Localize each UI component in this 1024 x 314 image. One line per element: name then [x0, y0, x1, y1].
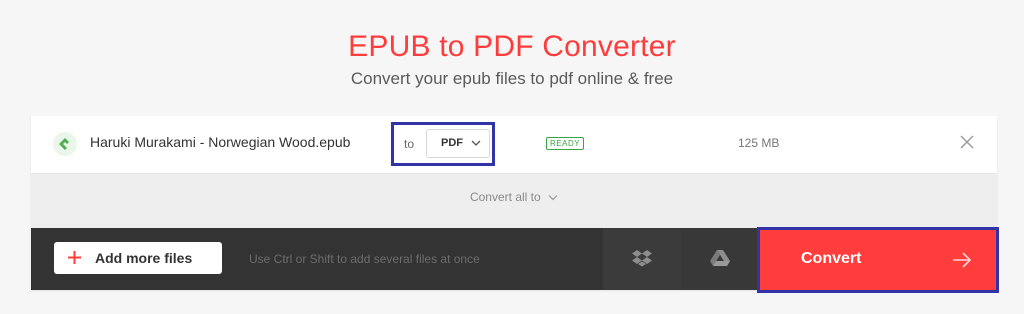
convert-all-label: Convert all to — [469, 190, 541, 204]
plus-icon — [68, 251, 81, 264]
file-row: Haruki Murakami - Norwegian Wood.epub to… — [31, 116, 997, 174]
close-icon — [960, 135, 974, 149]
format-value: PDF — [441, 137, 463, 149]
page-title: EPUB to PDF Converter — [348, 30, 676, 63]
convert-all-dropdown[interactable]: Convert all to — [31, 190, 997, 204]
dropbox-button[interactable] — [603, 228, 681, 290]
google-drive-icon — [710, 250, 730, 266]
format-dropdown[interactable]: PDF — [426, 129, 490, 158]
remove-file-button[interactable] — [960, 135, 974, 154]
page-subtitle: Convert your epub files to pdf online & … — [350, 69, 674, 88]
multi-select-hint: Use Ctrl or Shift to add several files a… — [249, 252, 480, 266]
converter-panel: Haruki Murakami - Norwegian Wood.epub to… — [31, 116, 999, 293]
chevron-down-icon — [548, 195, 558, 201]
google-drive-button[interactable] — [681, 228, 759, 290]
format-selector-group: to PDF — [391, 122, 495, 166]
status-badge: READY — [546, 137, 585, 150]
file-name: Haruki Murakami - Norwegian Wood.epub — [90, 134, 351, 150]
file-size: 125 MB — [738, 136, 780, 150]
convert-button[interactable]: Convert — [757, 227, 999, 293]
dropbox-icon — [632, 250, 652, 267]
to-label: to — [404, 137, 415, 151]
add-more-files-label: Add more files — [95, 250, 193, 266]
chevron-down-icon — [471, 140, 481, 146]
epub-file-icon — [53, 132, 77, 156]
arrow-right-icon — [953, 252, 972, 268]
action-bar: Add more files Use Ctrl or Shift to add … — [31, 227, 999, 293]
convert-label: Convert — [801, 250, 862, 267]
add-more-files-button[interactable]: Add more files — [54, 242, 222, 274]
